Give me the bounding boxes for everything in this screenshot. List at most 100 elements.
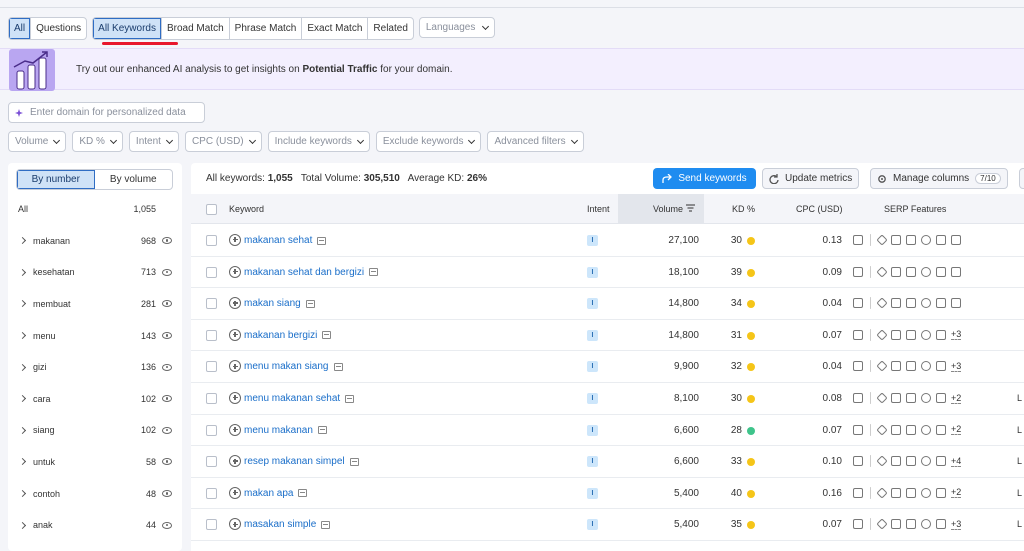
- tab-all-keywords[interactable]: All Keywords: [93, 18, 162, 39]
- row-checkbox[interactable]: [206, 393, 217, 404]
- group-item[interactable]: membuat 281: [8, 288, 182, 320]
- filter-include-keywords[interactable]: Include keywords: [267, 131, 370, 152]
- add-to-list-icon[interactable]: [229, 297, 241, 310]
- tab-exact-match[interactable]: Exact Match: [302, 18, 369, 39]
- keyword-link[interactable]: makan siang: [244, 298, 315, 309]
- serp-more-link[interactable]: +2: [951, 393, 962, 404]
- row-checkbox[interactable]: [206, 329, 217, 341]
- serp-image-pack-icon: [906, 519, 916, 530]
- tab-broad-match[interactable]: Broad Match: [162, 18, 230, 39]
- keyword-link[interactable]: menu makanan sehat: [244, 393, 355, 404]
- by-number-button[interactable]: By number: [17, 170, 95, 189]
- eye-icon[interactable]: [162, 363, 172, 371]
- serp-preview-icon[interactable]: [345, 394, 355, 403]
- chevron-right-icon: [18, 458, 27, 466]
- eye-icon[interactable]: [162, 521, 172, 529]
- row-checkbox[interactable]: [206, 456, 217, 468]
- col-intent[interactable]: Intent: [587, 204, 610, 214]
- group-all-row[interactable]: All 1,055: [18, 204, 156, 214]
- keyword-link[interactable]: makanan bergizi: [244, 330, 332, 341]
- serp-preview-icon[interactable]: [321, 520, 331, 529]
- serp-preview-icon[interactable]: [369, 268, 379, 277]
- group-item[interactable]: gizi 136: [8, 351, 182, 383]
- eye-icon[interactable]: [162, 332, 172, 340]
- col-serp-features[interactable]: SERP Features: [884, 204, 946, 214]
- row-checkbox[interactable]: [206, 298, 217, 310]
- col-keyword[interactable]: Keyword: [229, 204, 264, 214]
- add-to-list-icon[interactable]: [229, 234, 241, 246]
- filter-cpc[interactable]: CPC (USD): [184, 131, 262, 152]
- col-volume[interactable]: Volume: [653, 204, 695, 214]
- keyword-link[interactable]: makan apa: [244, 488, 308, 499]
- add-to-list-icon[interactable]: [229, 423, 241, 436]
- eye-icon[interactable]: [162, 268, 172, 276]
- domain-input[interactable]: Enter domain for personalized data: [8, 102, 205, 123]
- tab-related[interactable]: Related: [368, 18, 412, 39]
- row-checkbox[interactable]: [206, 235, 217, 246]
- group-item[interactable]: contoh 48: [8, 478, 182, 510]
- col-cpc[interactable]: CPC (USD): [796, 204, 843, 214]
- col-kd[interactable]: KD %: [732, 204, 755, 214]
- serp-more-link[interactable]: +3: [951, 519, 962, 530]
- filter-exclude-keywords[interactable]: Exclude keywords: [375, 131, 482, 152]
- export-button[interactable]: [1019, 168, 1024, 189]
- filter-advanced[interactable]: Advanced filters: [487, 131, 584, 152]
- serp-more-link[interactable]: +2: [951, 487, 962, 499]
- serp-preview-icon[interactable]: [317, 236, 327, 245]
- serp-more-link[interactable]: +3: [951, 361, 962, 372]
- send-keywords-button[interactable]: Send keywords: [653, 168, 756, 189]
- group-item[interactable]: untuk 58: [8, 446, 182, 478]
- keyword-link[interactable]: menu makan siang: [244, 361, 343, 372]
- update-metrics-button[interactable]: Update metrics: [762, 168, 860, 189]
- filter-volume[interactable]: Volume: [8, 131, 67, 152]
- group-item[interactable]: siang 102: [8, 415, 182, 447]
- add-to-list-icon[interactable]: [229, 518, 241, 531]
- serp-preview-icon[interactable]: [322, 331, 332, 340]
- truncated-column-value: L: [1017, 487, 1023, 498]
- tab-phrase-match[interactable]: Phrase Match: [230, 18, 303, 39]
- serp-preview-icon[interactable]: [349, 457, 359, 466]
- row-checkbox[interactable]: [206, 361, 217, 373]
- serp-more-link[interactable]: +3: [951, 329, 962, 341]
- keyword-link[interactable]: masakan simple: [244, 519, 331, 530]
- serp-preview-icon[interactable]: [305, 299, 315, 308]
- row-checkbox[interactable]: [206, 266, 217, 278]
- row-checkbox[interactable]: [206, 424, 217, 436]
- manage-columns-button[interactable]: Manage columns 7/10: [870, 168, 1008, 189]
- serp-preview-icon[interactable]: [333, 362, 343, 371]
- add-to-list-icon[interactable]: [229, 360, 241, 373]
- serp-more-link[interactable]: +2: [951, 424, 962, 436]
- keyword-link[interactable]: resep makanan simpel: [244, 456, 359, 467]
- group-item[interactable]: anak 44: [8, 509, 182, 541]
- row-checkbox[interactable]: [206, 519, 217, 531]
- select-all-checkbox[interactable]: [206, 204, 217, 215]
- keyword-link[interactable]: makanan sehat dan bergizi: [244, 267, 379, 278]
- filter-intent[interactable]: Intent: [128, 131, 179, 152]
- group-item[interactable]: makanan 968: [8, 225, 182, 257]
- add-to-list-icon[interactable]: [229, 328, 241, 341]
- group-item[interactable]: kesehatan 713: [8, 257, 182, 289]
- keyword-link[interactable]: menu makanan: [244, 425, 327, 436]
- by-volume-button[interactable]: By volume: [95, 170, 173, 189]
- keyword-link[interactable]: makanan sehat: [244, 235, 327, 246]
- eye-icon[interactable]: [162, 300, 172, 308]
- add-to-list-icon[interactable]: [229, 486, 241, 499]
- eye-icon[interactable]: [162, 490, 172, 498]
- group-item[interactable]: cara 102: [8, 383, 182, 415]
- group-item[interactable]: menu 143: [8, 320, 182, 352]
- eye-icon[interactable]: [162, 395, 172, 403]
- eye-icon[interactable]: [162, 426, 172, 434]
- add-to-list-icon[interactable]: [229, 265, 241, 278]
- serp-preview-icon[interactable]: [298, 489, 308, 498]
- serp-more-link[interactable]: +4: [951, 456, 962, 467]
- eye-icon[interactable]: [162, 237, 172, 245]
- tab-all[interactable]: All: [9, 18, 32, 39]
- serp-preview-icon[interactable]: [317, 426, 327, 435]
- languages-dropdown[interactable]: Languages: [418, 17, 496, 38]
- filter-kd[interactable]: KD %: [72, 131, 123, 152]
- row-checkbox[interactable]: [206, 487, 217, 499]
- tab-questions[interactable]: Questions: [31, 18, 86, 39]
- eye-icon[interactable]: [162, 458, 172, 466]
- add-to-list-icon[interactable]: [229, 455, 241, 468]
- add-to-list-icon[interactable]: [229, 392, 241, 404]
